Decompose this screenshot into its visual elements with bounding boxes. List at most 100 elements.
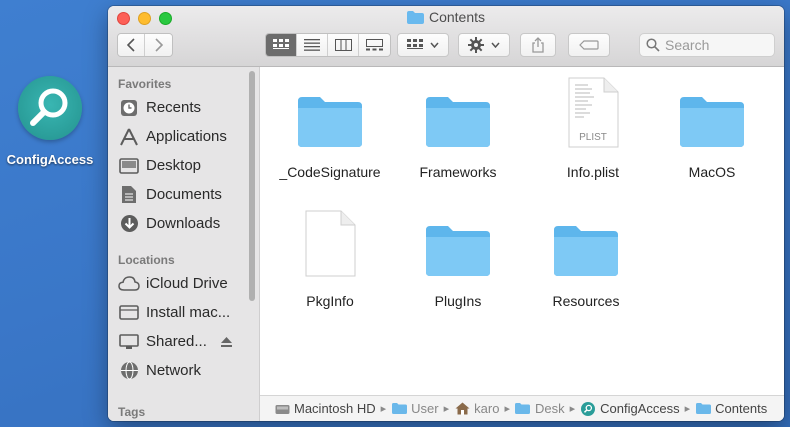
file-item-codesignature[interactable]: _CodeSignature [267, 77, 393, 180]
download-icon [118, 214, 140, 234]
grid-icon [273, 39, 289, 49]
path-label: ConfigAccess [600, 401, 680, 416]
sidebar-item-label: Documents [146, 186, 222, 203]
path-item-desktop[interactable]: Desk [515, 401, 565, 416]
path-item-configaccess[interactable]: ConfigAccess [580, 401, 680, 416]
sidebar-scrollbar[interactable] [249, 71, 255, 301]
file-item-macos[interactable]: MacOS [649, 77, 775, 180]
sidebar-item-install-disk[interactable]: Install mac... [118, 299, 230, 326]
folder-icon [426, 97, 490, 147]
folder-icon [298, 97, 362, 147]
path-item-macintosh-hd[interactable]: Macintosh HD [274, 401, 376, 416]
sidebar-item-desktop[interactable]: Desktop [118, 152, 201, 179]
sidebar-item-label: Shared... [146, 333, 207, 350]
file-item-frameworks[interactable]: Frameworks [395, 77, 521, 180]
file-name: _CodeSignature [279, 164, 381, 180]
file-name: MacOS [688, 164, 736, 180]
gallery-view-button[interactable] [359, 34, 390, 56]
file-item-pkginfo[interactable]: PkgInfo [267, 206, 393, 309]
search-placeholder: Search [665, 37, 710, 53]
back-button[interactable] [118, 34, 145, 56]
document-icon [118, 185, 140, 205]
sidebar-item-label: iCloud Drive [146, 275, 228, 292]
magnifier-icon [18, 76, 82, 140]
path-label: Desk [534, 401, 565, 416]
sidebar-item-label: Recents [146, 99, 202, 116]
sidebar: Favorites Recents Applications Desktop D… [108, 67, 260, 421]
grid-icon [407, 39, 423, 49]
tag-icon [579, 40, 599, 50]
sidebar-item-label: Desktop [146, 157, 202, 174]
folder-icon [680, 97, 744, 147]
sidebar-item-label: Install mac... [146, 304, 231, 321]
tags-button[interactable] [568, 33, 610, 57]
chevron-down-icon [491, 42, 500, 48]
sidebar-item-applications[interactable]: Applications [118, 123, 227, 150]
finder-window: Contents Search Favorites Recents Applic… [108, 6, 784, 421]
file-item-plugins[interactable]: PlugIns [395, 206, 521, 309]
desktop-app-configaccess[interactable]: ConfigAccess [2, 76, 98, 167]
action-button[interactable] [458, 33, 510, 57]
app-icon [580, 401, 596, 416]
desktop-app-label: ConfigAccess [6, 152, 94, 167]
display-icon [118, 332, 140, 352]
sidebar-item-icloud-drive[interactable]: iCloud Drive [118, 270, 228, 297]
chevron-right-icon: ▸ [569, 403, 576, 415]
path-item-home[interactable]: karo [454, 401, 499, 416]
home-icon [454, 402, 470, 416]
file-browser: _CodeSignature Frameworks PLIST Info.pli… [260, 67, 784, 395]
path-item-user[interactable]: User [391, 401, 439, 416]
view-mode-control [265, 33, 391, 57]
forward-button[interactable] [145, 34, 172, 56]
sidebar-item-documents[interactable]: Documents [118, 181, 222, 208]
share-button[interactable] [520, 33, 556, 57]
applications-icon [118, 127, 140, 147]
file-item-resources[interactable]: Resources [523, 206, 649, 309]
toolbar: Contents Search [108, 6, 784, 67]
group-by-button[interactable] [397, 33, 449, 57]
icon-view-button[interactable] [266, 34, 297, 56]
sidebar-item-network[interactable]: Network [118, 357, 201, 384]
sidebar-item-shared[interactable]: Shared... [118, 328, 232, 355]
path-label: karo [474, 401, 500, 416]
folder-icon [406, 11, 424, 27]
eject-icon[interactable] [220, 336, 232, 347]
file-item-info-plist[interactable]: PLIST Info.plist [530, 77, 656, 180]
folder-icon [695, 402, 711, 416]
file-name: Info.plist [566, 164, 620, 180]
folder-icon [515, 402, 531, 416]
tags-header: Tags [118, 405, 146, 419]
locations-header: Locations [118, 253, 175, 267]
nav-buttons [117, 33, 173, 57]
plist-file-icon: PLIST [566, 77, 620, 149]
chevron-right-icon: ▸ [684, 403, 691, 415]
hard-drive-icon [274, 402, 290, 416]
chevron-left-icon [126, 38, 135, 52]
plist-badge: PLIST [579, 132, 607, 143]
globe-icon [118, 361, 140, 381]
chevron-right-icon [154, 38, 163, 52]
list-view-button[interactable] [297, 34, 328, 56]
file-name: PlugIns [434, 293, 482, 309]
favorites-header: Favorites [118, 77, 172, 91]
search-field[interactable]: Search [639, 33, 775, 57]
desktop-icon [118, 156, 140, 176]
clock-icon [118, 98, 140, 118]
window-title: Contents [108, 9, 784, 27]
sidebar-item-label: Network [146, 362, 202, 379]
chevron-down-icon [430, 42, 439, 48]
blank-file-icon [305, 210, 356, 277]
sidebar-item-recents[interactable]: Recents [118, 94, 201, 121]
disk-icon [118, 303, 140, 323]
chevron-right-icon: ▸ [504, 403, 510, 415]
search-icon [646, 38, 660, 52]
path-label: Contents [715, 401, 768, 416]
path-item-contents[interactable]: Contents [695, 401, 767, 416]
sidebar-item-label: Downloads [146, 215, 221, 232]
gallery-icon [366, 39, 383, 51]
folder-icon [426, 226, 490, 276]
chevron-right-icon: ▸ [443, 403, 450, 415]
column-view-button[interactable] [328, 34, 359, 56]
sidebar-item-downloads[interactable]: Downloads [118, 210, 220, 237]
folder-icon [391, 402, 407, 416]
